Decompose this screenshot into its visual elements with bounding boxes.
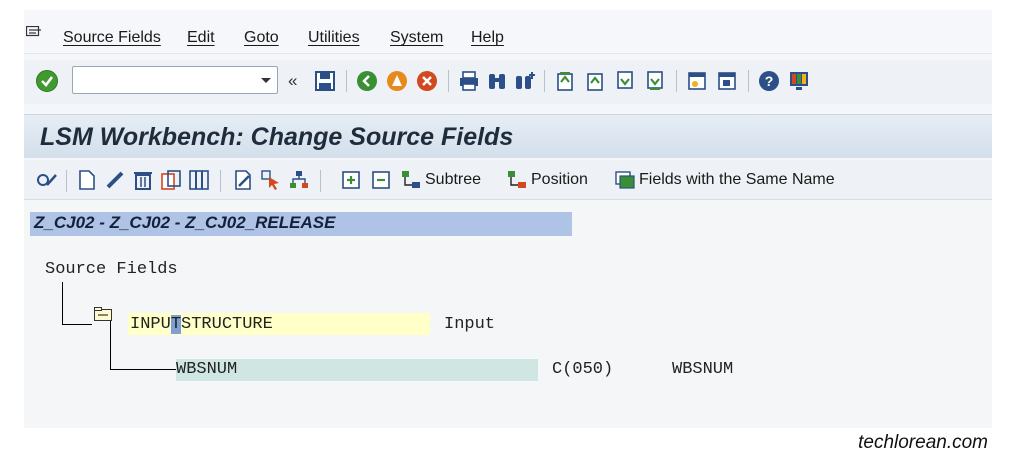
- toolbar-separator: [346, 70, 347, 92]
- last-page-icon[interactable]: [644, 70, 666, 92]
- tree-line: [110, 369, 176, 370]
- fields-same-name-button[interactable]: Fields with the Same Name: [614, 168, 835, 192]
- find-next-icon[interactable]: [514, 70, 536, 92]
- generate-shortcut-icon[interactable]: [716, 70, 738, 92]
- same-name-label: Fields with the Same Name: [639, 171, 835, 188]
- menu-bar: Source Fields Edit Goto Utilities System…: [24, 10, 992, 54]
- tree-line: [62, 324, 92, 325]
- copy-icon[interactable]: [160, 169, 182, 191]
- enter-check-icon[interactable]: [36, 70, 58, 92]
- toolbar-separator: [220, 170, 221, 192]
- text-cursor: T: [170, 315, 182, 334]
- cancel-icon[interactable]: [416, 70, 438, 92]
- collapse-command-field-icon[interactable]: «: [288, 71, 297, 91]
- subtree-label: Subtree: [425, 171, 482, 188]
- field-name: WBSNUM: [176, 360, 238, 379]
- sap-window: Source Fields Edit Goto Utilities System…: [24, 10, 992, 428]
- position-icon: [508, 171, 526, 188]
- first-page-icon[interactable]: [554, 70, 576, 92]
- command-history-dropdown-icon[interactable]: [254, 66, 278, 94]
- tree-line: [62, 282, 63, 325]
- menu-goto[interactable]: Goto: [244, 29, 279, 47]
- position-button[interactable]: Position: [506, 168, 588, 192]
- menu-help[interactable]: Help: [471, 29, 504, 47]
- toolbar-separator: [676, 70, 677, 92]
- subtree-icon: [402, 171, 420, 188]
- watermark: techlorean.com: [858, 432, 988, 453]
- delete-icon[interactable]: [132, 169, 154, 191]
- title-bar: LSM Workbench: Change Source Fields: [24, 114, 992, 158]
- menu-source-fields[interactable]: Source Fields: [63, 29, 161, 47]
- display-change-icon[interactable]: [36, 169, 58, 191]
- page-title: LSM Workbench: Change Source Fields: [40, 123, 514, 151]
- change-document-icon[interactable]: [232, 169, 254, 191]
- toolbar-separator: [448, 70, 449, 92]
- create-session-icon[interactable]: [686, 70, 708, 92]
- tree-line: [110, 320, 111, 370]
- hierarchy-icon[interactable]: [288, 169, 310, 191]
- source-fields-root[interactable]: Source Fields: [45, 260, 178, 279]
- edit-pencil-icon[interactable]: [104, 169, 126, 191]
- svg-text:?: ?: [765, 73, 774, 89]
- save-icon[interactable]: [314, 70, 336, 92]
- standard-toolbar: « ?: [24, 60, 992, 104]
- next-page-icon[interactable]: [614, 70, 636, 92]
- print-icon[interactable]: [458, 70, 480, 92]
- application-toolbar: Subtree Position Fields with the Same Na…: [24, 160, 992, 200]
- same-name-icon: [615, 171, 635, 189]
- menu-edit[interactable]: Edit: [187, 29, 215, 47]
- position-label: Position: [531, 171, 588, 188]
- columns-icon[interactable]: [188, 169, 210, 191]
- subtree-button[interactable]: Subtree: [400, 168, 481, 192]
- menu-system[interactable]: System: [390, 29, 443, 47]
- previous-page-icon[interactable]: [584, 70, 606, 92]
- toolbar-separator: [544, 70, 545, 92]
- command-field[interactable]: [72, 66, 278, 94]
- help-icon[interactable]: ?: [758, 70, 780, 92]
- hierarchy-content: Z_CJ02 - Z_CJ02 - Z_CJ02_RELEASE Source …: [24, 202, 992, 428]
- structure-type: Input: [444, 315, 496, 334]
- field-format: C(050): [552, 360, 614, 379]
- folder-open-icon[interactable]: [94, 307, 112, 321]
- toolbar-separator: [748, 70, 749, 92]
- exit-icon[interactable]: [386, 70, 408, 92]
- customize-layout-icon[interactable]: [788, 70, 810, 92]
- structure-name: INPUTSTRUCTURE: [130, 315, 273, 334]
- back-icon[interactable]: [356, 70, 378, 92]
- menu-utilities[interactable]: Utilities: [308, 29, 360, 47]
- select-cursor-icon[interactable]: [260, 169, 282, 191]
- create-icon[interactable]: [76, 169, 98, 191]
- find-icon[interactable]: [486, 70, 508, 92]
- collapse-icon[interactable]: [370, 169, 392, 191]
- toolbar-separator: [66, 170, 67, 192]
- toolbar-separator: [320, 170, 321, 192]
- menu-icon[interactable]: [26, 26, 42, 39]
- object-path-banner: Z_CJ02 - Z_CJ02 - Z_CJ02_RELEASE: [30, 212, 572, 236]
- field-description: WBSNUM: [672, 360, 734, 379]
- expand-icon[interactable]: [340, 169, 362, 191]
